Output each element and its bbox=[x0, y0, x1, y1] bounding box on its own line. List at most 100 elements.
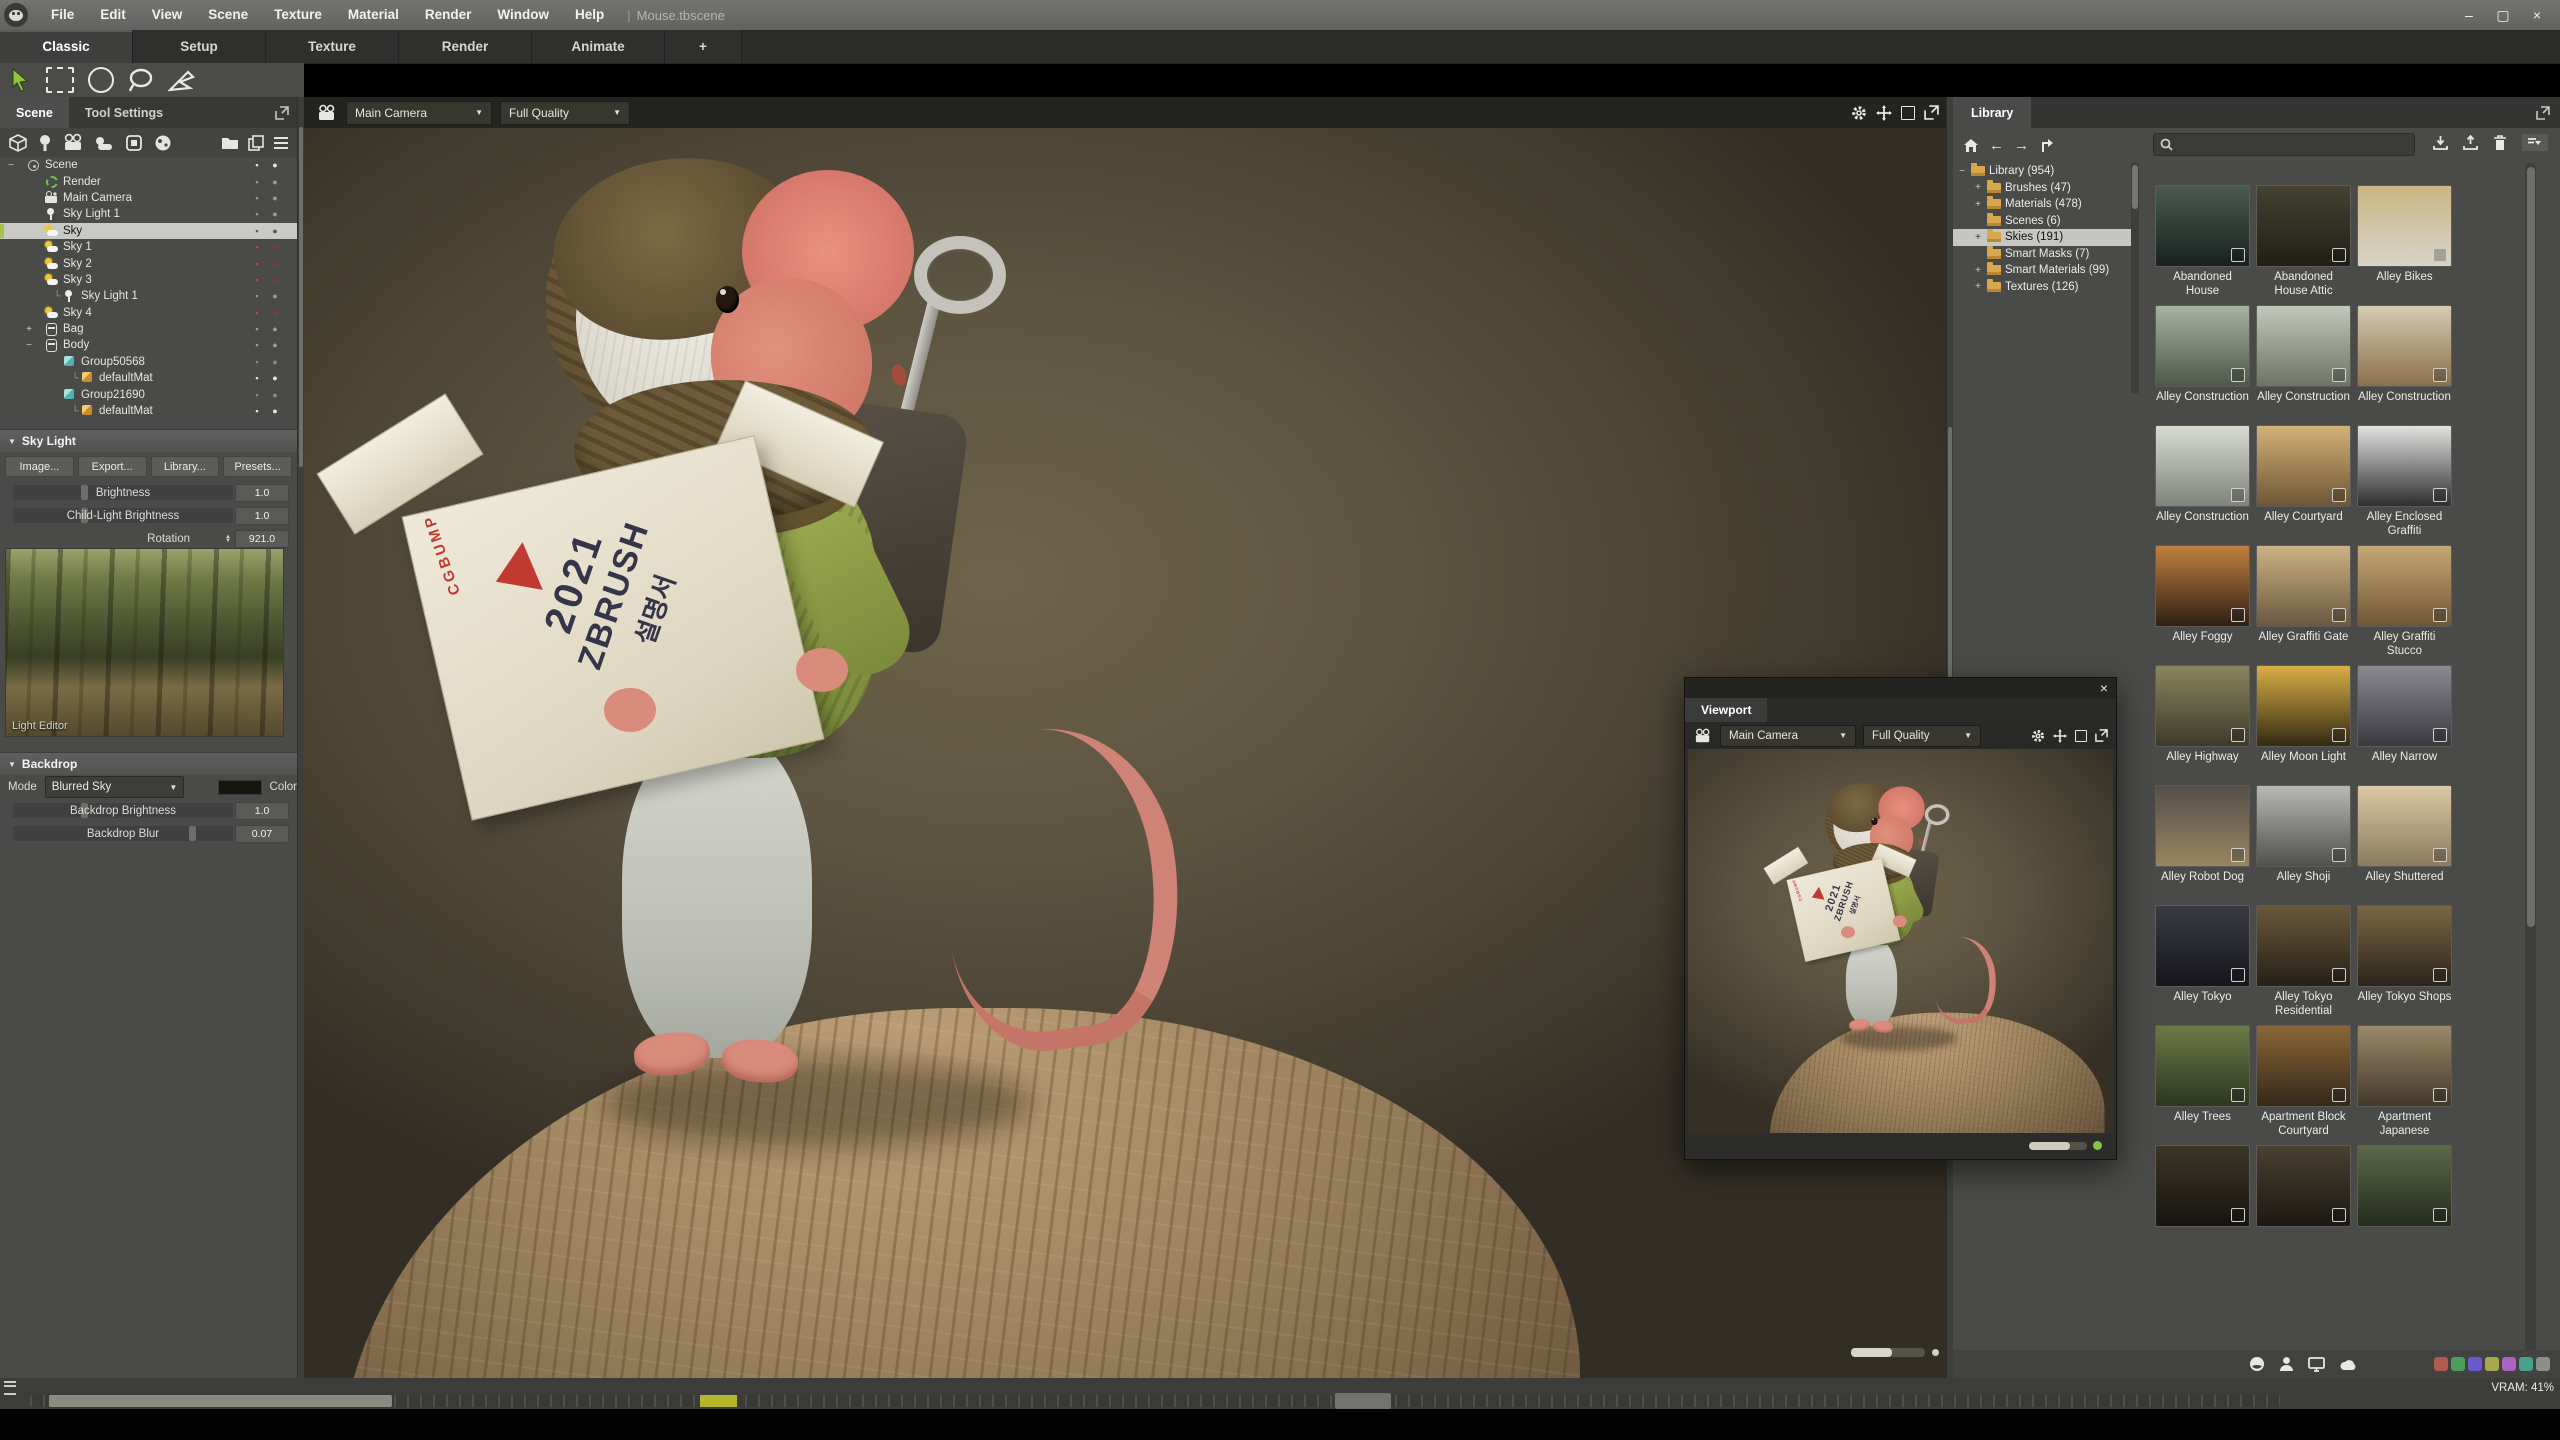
scene-tree-row[interactable]: + Bag ▪ ● bbox=[0, 321, 297, 337]
tree-expander[interactable]: − bbox=[6, 160, 16, 171]
sky-light-button[interactable]: Image... bbox=[5, 456, 74, 477]
rotation-spinner[interactable]: ▲▼ bbox=[225, 535, 231, 543]
sky-thumbnail[interactable] bbox=[2256, 545, 2351, 627]
scene-tree-row[interactable]: Render ▪ ● bbox=[0, 173, 297, 189]
panel-tab[interactable]: Tool Settings bbox=[69, 97, 179, 128]
slider-track[interactable] bbox=[13, 485, 233, 500]
viewport-settings-gear-icon[interactable] bbox=[2031, 729, 2045, 743]
tag-color-chip[interactable] bbox=[2451, 1357, 2465, 1371]
sky-light-button[interactable]: Library... bbox=[151, 456, 220, 477]
visibility-toggle[interactable]: ● bbox=[269, 324, 281, 334]
visibility-toggle[interactable]: ● bbox=[269, 275, 281, 285]
backdrop-mode-dropdown[interactable]: Blurred Sky▼ bbox=[45, 776, 185, 798]
visibility-toggle[interactable]: ● bbox=[269, 193, 281, 203]
add-backdrop-icon[interactable] bbox=[124, 133, 144, 153]
tag-color-chip[interactable] bbox=[2468, 1357, 2482, 1371]
library-folder-row[interactable]: − Library (954) bbox=[1953, 163, 2139, 180]
folder-expander[interactable]: + bbox=[1973, 182, 1983, 193]
sky-thumbnail[interactable] bbox=[2357, 1025, 2452, 1107]
sky-light-header[interactable]: ▼ Sky Light bbox=[0, 429, 297, 452]
lock-toggle[interactable]: ▪ bbox=[251, 324, 263, 334]
list-view-icon[interactable] bbox=[273, 136, 289, 150]
library-folder-row[interactable]: Scenes (6) bbox=[1953, 213, 2139, 230]
workspace-tab[interactable]: + bbox=[665, 30, 742, 63]
lock-toggle[interactable]: ▪ bbox=[251, 209, 263, 219]
floating-zoom-slider[interactable] bbox=[2029, 1142, 2087, 1150]
library-item[interactable]: Alley Trees bbox=[2155, 1025, 2250, 1140]
sky-thumbnail[interactable] bbox=[2155, 785, 2250, 867]
workspace-tab[interactable]: Texture bbox=[266, 30, 399, 63]
sky-thumbnail[interactable] bbox=[2155, 185, 2250, 267]
tag-color-chip[interactable] bbox=[2519, 1357, 2533, 1371]
frame-view-icon[interactable] bbox=[1901, 106, 1915, 120]
lock-toggle[interactable]: ▪ bbox=[251, 242, 263, 252]
slider-track[interactable] bbox=[13, 826, 233, 841]
timeline-menu-icon[interactable] bbox=[4, 1381, 16, 1395]
toolbag-ball-icon[interactable] bbox=[2249, 1356, 2265, 1372]
sky-thumbnail[interactable] bbox=[2155, 1145, 2250, 1227]
camera-select-dropdown[interactable]: Main Camera▼ bbox=[346, 101, 492, 125]
lock-toggle[interactable]: ▪ bbox=[251, 373, 263, 383]
lock-toggle[interactable]: ▪ bbox=[251, 259, 263, 269]
viewport-tab[interactable]: Viewport bbox=[1685, 698, 1767, 722]
library-item[interactable]: Apartment Block Courtyard bbox=[2256, 1025, 2351, 1140]
add-sky-icon[interactable] bbox=[93, 134, 115, 152]
sky-thumbnail[interactable] bbox=[2256, 305, 2351, 387]
sort-filter-icon[interactable] bbox=[2522, 134, 2548, 151]
viewport-zoom-slider[interactable] bbox=[1851, 1348, 1925, 1357]
library-item[interactable]: Alley Construction bbox=[2155, 305, 2250, 420]
sky-thumbnail[interactable] bbox=[2155, 545, 2250, 627]
scene-tree-row[interactable]: Sky Light 1 ▪ ● bbox=[0, 206, 297, 222]
library-item[interactable]: Alley Narrow bbox=[2357, 665, 2452, 780]
library-item[interactable]: Alley Courtyard bbox=[2256, 425, 2351, 540]
visibility-toggle[interactable]: ● bbox=[269, 357, 281, 367]
library-folder-row[interactable]: + Skies (191) bbox=[1953, 229, 2139, 246]
library-folder-row[interactable]: + Smart Materials (99) bbox=[1953, 262, 2139, 279]
scene-tree-row[interactable]: − Body ▪ ● bbox=[0, 337, 297, 353]
scene-tree-row[interactable]: Sky ▪ ● bbox=[0, 223, 297, 239]
menu-item[interactable]: Render bbox=[412, 0, 485, 30]
library-item[interactable]: Alley Construction bbox=[2256, 305, 2351, 420]
library-item[interactable]: Alley Tokyo bbox=[2155, 905, 2250, 1020]
visibility-toggle[interactable]: ● bbox=[269, 291, 281, 301]
sky-light-button[interactable]: Export... bbox=[78, 456, 147, 477]
lock-toggle[interactable]: ▪ bbox=[251, 340, 263, 350]
library-item[interactable]: Alley Tokyo Residential bbox=[2256, 905, 2351, 1020]
visibility-toggle[interactable]: ● bbox=[269, 160, 281, 170]
scene-tree-row[interactable]: Group50568 ▪ ● bbox=[0, 354, 297, 370]
polygon-lasso-icon[interactable] bbox=[168, 68, 196, 92]
library-item[interactable]: Alley Graffiti Gate bbox=[2256, 545, 2351, 660]
lock-toggle[interactable]: ▪ bbox=[251, 160, 263, 170]
library-item[interactable]: Alley Shuttered bbox=[2357, 785, 2452, 900]
visibility-toggle[interactable]: ● bbox=[269, 242, 281, 252]
add-camera-icon[interactable] bbox=[62, 133, 84, 153]
cloud-icon[interactable] bbox=[2339, 1358, 2357, 1371]
slider-value[interactable]: 0.07 bbox=[235, 825, 289, 843]
library-folder-row[interactable]: + Materials (478) bbox=[1953, 196, 2139, 213]
circle-select-icon[interactable] bbox=[88, 67, 114, 93]
home-icon[interactable] bbox=[1963, 138, 1979, 153]
viewport-settings-gear-icon[interactable] bbox=[1851, 105, 1867, 121]
library-item[interactable]: Alley Tokyo Shops bbox=[2357, 905, 2452, 1020]
up-level-icon[interactable] bbox=[2039, 137, 2054, 153]
sky-thumbnail[interactable] bbox=[2256, 185, 2351, 267]
slider-value[interactable]: 1.0 bbox=[235, 802, 289, 820]
tag-color-chip[interactable] bbox=[2485, 1357, 2499, 1371]
tree-expander[interactable]: − bbox=[24, 340, 34, 351]
forward-icon[interactable]: → bbox=[2014, 138, 2029, 153]
sky-thumbnail[interactable] bbox=[2155, 665, 2250, 747]
lock-toggle[interactable]: ▪ bbox=[251, 193, 263, 203]
menu-item[interactable]: Help bbox=[562, 0, 617, 30]
export-upload-icon[interactable] bbox=[2463, 135, 2478, 150]
scene-tree-row[interactable]: Sky 4 ▪ ● bbox=[0, 305, 297, 321]
workspace-tab[interactable]: Classic bbox=[0, 30, 133, 63]
sky-thumbnail[interactable] bbox=[2256, 785, 2351, 867]
library-folder-row[interactable]: Smart Masks (7) bbox=[1953, 246, 2139, 263]
workspace-tab[interactable]: Setup bbox=[133, 30, 266, 63]
camera-select-dropdown[interactable]: Main Camera▼ bbox=[1720, 725, 1856, 747]
slider-thumb[interactable] bbox=[81, 803, 88, 818]
slider-value[interactable]: 1.0 bbox=[235, 484, 289, 502]
workspace-tab[interactable]: Render bbox=[399, 30, 532, 63]
sky-thumbnail[interactable] bbox=[2357, 785, 2452, 867]
library-item[interactable] bbox=[2357, 1145, 2452, 1260]
